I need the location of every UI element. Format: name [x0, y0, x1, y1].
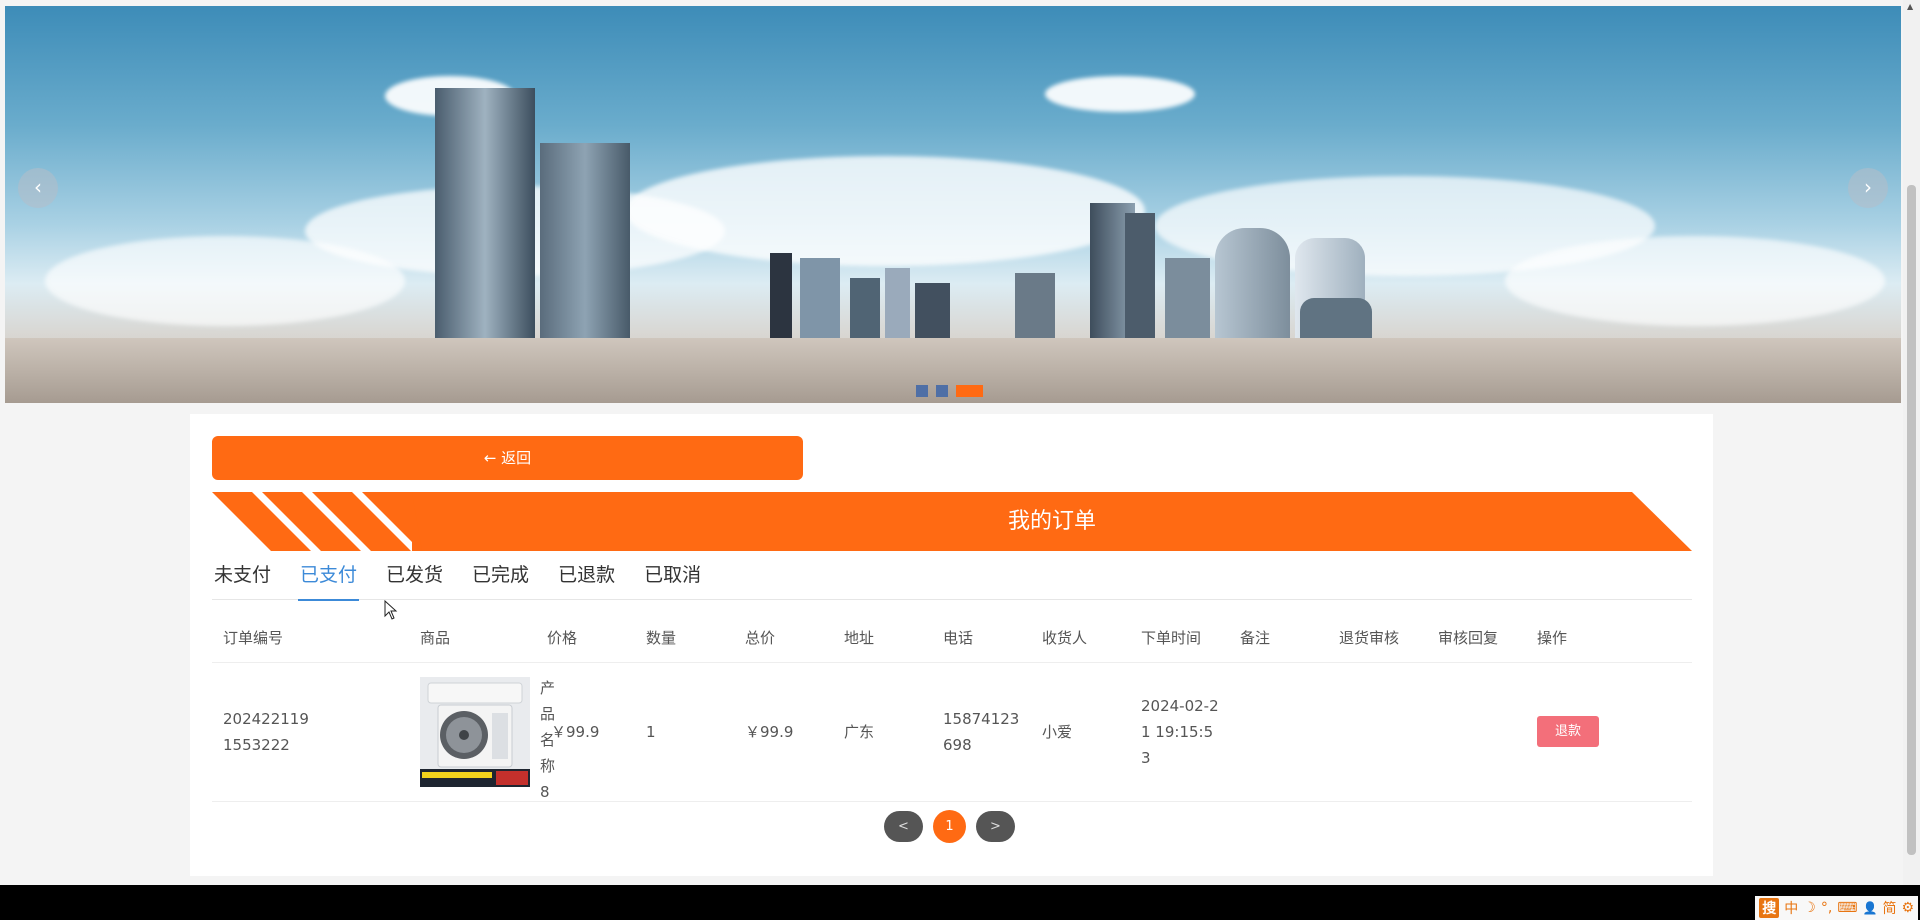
- skyscraper: [1015, 273, 1055, 338]
- product-name[interactable]: 产品名称8: [540, 675, 555, 805]
- column-header: 电话: [932, 614, 1031, 663]
- cloud: [1045, 76, 1195, 112]
- order-status-tabs: 未支付 已支付 已发货 已完成 已退款 已取消: [212, 560, 1692, 601]
- column-header: 操作: [1526, 614, 1692, 663]
- moon-icon[interactable]: ☽: [1803, 900, 1816, 916]
- column-header: 价格: [536, 614, 635, 663]
- quantity-cell: 1: [635, 662, 734, 802]
- orders-table: 订单编号 商品 价格 数量 总价 地址 电话 收货人 下单时间 备注 退货审核 …: [212, 614, 1692, 802]
- ime-toolbar: 搜 中 ☽ °, ⌨ 👤 简 ⚙: [1755, 896, 1918, 920]
- skyscraper: [770, 253, 792, 338]
- column-header: 备注: [1229, 614, 1328, 663]
- scroll-up-icon[interactable]: ▲: [1907, 2, 1913, 11]
- carousel-banner: ‹ ›: [5, 6, 1901, 403]
- chevron-right-icon: ›: [1864, 175, 1872, 199]
- keyboard-icon[interactable]: ⌨: [1837, 900, 1857, 916]
- skyscraper: [885, 268, 910, 338]
- column-header: 审核回复: [1427, 614, 1526, 663]
- simplified-icon[interactable]: 简: [1882, 898, 1896, 918]
- page-title: 我的订单: [1007, 509, 1096, 534]
- column-header: 收货人: [1031, 614, 1130, 663]
- column-header: 地址: [833, 614, 932, 663]
- total-cell: ￥99.9: [734, 662, 833, 802]
- skyscraper: [1125, 213, 1155, 338]
- skyscraper: [1165, 258, 1210, 338]
- skyscraper: [435, 88, 535, 338]
- receiver-cell: 小爱: [1031, 662, 1130, 802]
- carousel-dot-active[interactable]: [956, 385, 983, 397]
- carousel-indicators: [916, 385, 983, 397]
- tab-shipped[interactable]: 已发货: [384, 560, 445, 600]
- product-image[interactable]: [420, 676, 530, 787]
- chevron-left-icon: ‹: [34, 175, 42, 199]
- table-row: 2024221191553222 产品名称8 ￥99.9 1 ￥99.9 广东 …: [212, 662, 1692, 802]
- order-time: 2024-02-21 19:15:53: [1141, 696, 1219, 767]
- pagination: < 1 >: [884, 810, 1015, 843]
- carousel-dot[interactable]: [916, 385, 928, 397]
- skyscraper: [1300, 298, 1372, 338]
- skyscraper: [540, 143, 630, 338]
- tab-unpaid[interactable]: 未支付: [212, 560, 273, 600]
- next-page-button[interactable]: >: [976, 811, 1015, 842]
- carousel-dot[interactable]: [936, 385, 948, 397]
- skyscraper: [850, 278, 880, 338]
- cloud: [45, 236, 405, 326]
- column-header: 退货审核: [1328, 614, 1427, 663]
- address-cell: 广东: [833, 662, 932, 802]
- review-reply-cell: [1427, 662, 1526, 802]
- phone-number: 15874123698: [943, 709, 1020, 754]
- punctuation-icon[interactable]: °,: [1821, 900, 1832, 916]
- air-conditioner-image: [420, 676, 530, 787]
- back-button[interactable]: ← 返回: [212, 436, 803, 480]
- user-icon[interactable]: 👤: [1862, 901, 1877, 915]
- column-header: 商品: [316, 614, 536, 663]
- prev-page-button[interactable]: <: [884, 811, 923, 842]
- page-title-banner: 我的订单: [212, 492, 1692, 551]
- carousel-next-button[interactable]: ›: [1848, 168, 1888, 208]
- tab-paid[interactable]: 已支付: [298, 560, 360, 601]
- order-number: 2024221191553222: [223, 709, 309, 754]
- column-header: 数量: [635, 614, 734, 663]
- column-header: 订单编号: [212, 614, 316, 663]
- return-review-cell: [1328, 662, 1427, 802]
- orders-card: ← 返回 我的订单 未支付 已支付 已发货 已完成 已退款 已取消 订单编号 商…: [190, 414, 1713, 876]
- order-time-cell: 2024-02-21 19:15:53: [1130, 662, 1229, 802]
- skyscraper: [915, 283, 950, 338]
- column-header: 总价: [734, 614, 833, 663]
- tab-cancelled[interactable]: 已取消: [642, 560, 703, 600]
- skyscraper: [1215, 228, 1290, 338]
- scrollbar-thumb[interactable]: [1907, 185, 1916, 855]
- product-cell: 产品名称8: [316, 662, 555, 802]
- column-header: 下单时间: [1130, 614, 1229, 663]
- refund-button[interactable]: 退款: [1537, 716, 1599, 747]
- cloud: [1505, 236, 1885, 326]
- table-header-row: 订单编号 商品 价格 数量 总价 地址 电话 收货人 下单时间 备注 退货审核 …: [212, 614, 1692, 663]
- chinese-mode-icon[interactable]: 中: [1784, 898, 1798, 918]
- cloud: [625, 156, 1145, 266]
- tab-refunded[interactable]: 已退款: [556, 560, 617, 600]
- mouse-cursor-icon: [384, 600, 398, 620]
- settings-icon[interactable]: ⚙: [1901, 900, 1914, 916]
- skyscraper: [800, 258, 840, 338]
- product-wrap: 产品名称8: [316, 663, 555, 801]
- page-scrollbar[interactable]: ▲: [1903, 0, 1920, 885]
- tab-completed[interactable]: 已完成: [470, 560, 531, 600]
- bottom-black-strip: [0, 885, 1920, 920]
- action-cell: 退款: [1526, 662, 1692, 802]
- page-1-button[interactable]: 1: [933, 810, 966, 843]
- carousel-prev-button[interactable]: ‹: [18, 168, 58, 208]
- phone-cell: 15874123698: [932, 662, 1031, 802]
- order-number-cell: 2024221191553222: [212, 662, 316, 802]
- ime-logo-icon[interactable]: 搜: [1759, 898, 1780, 918]
- remark-cell: [1229, 662, 1328, 802]
